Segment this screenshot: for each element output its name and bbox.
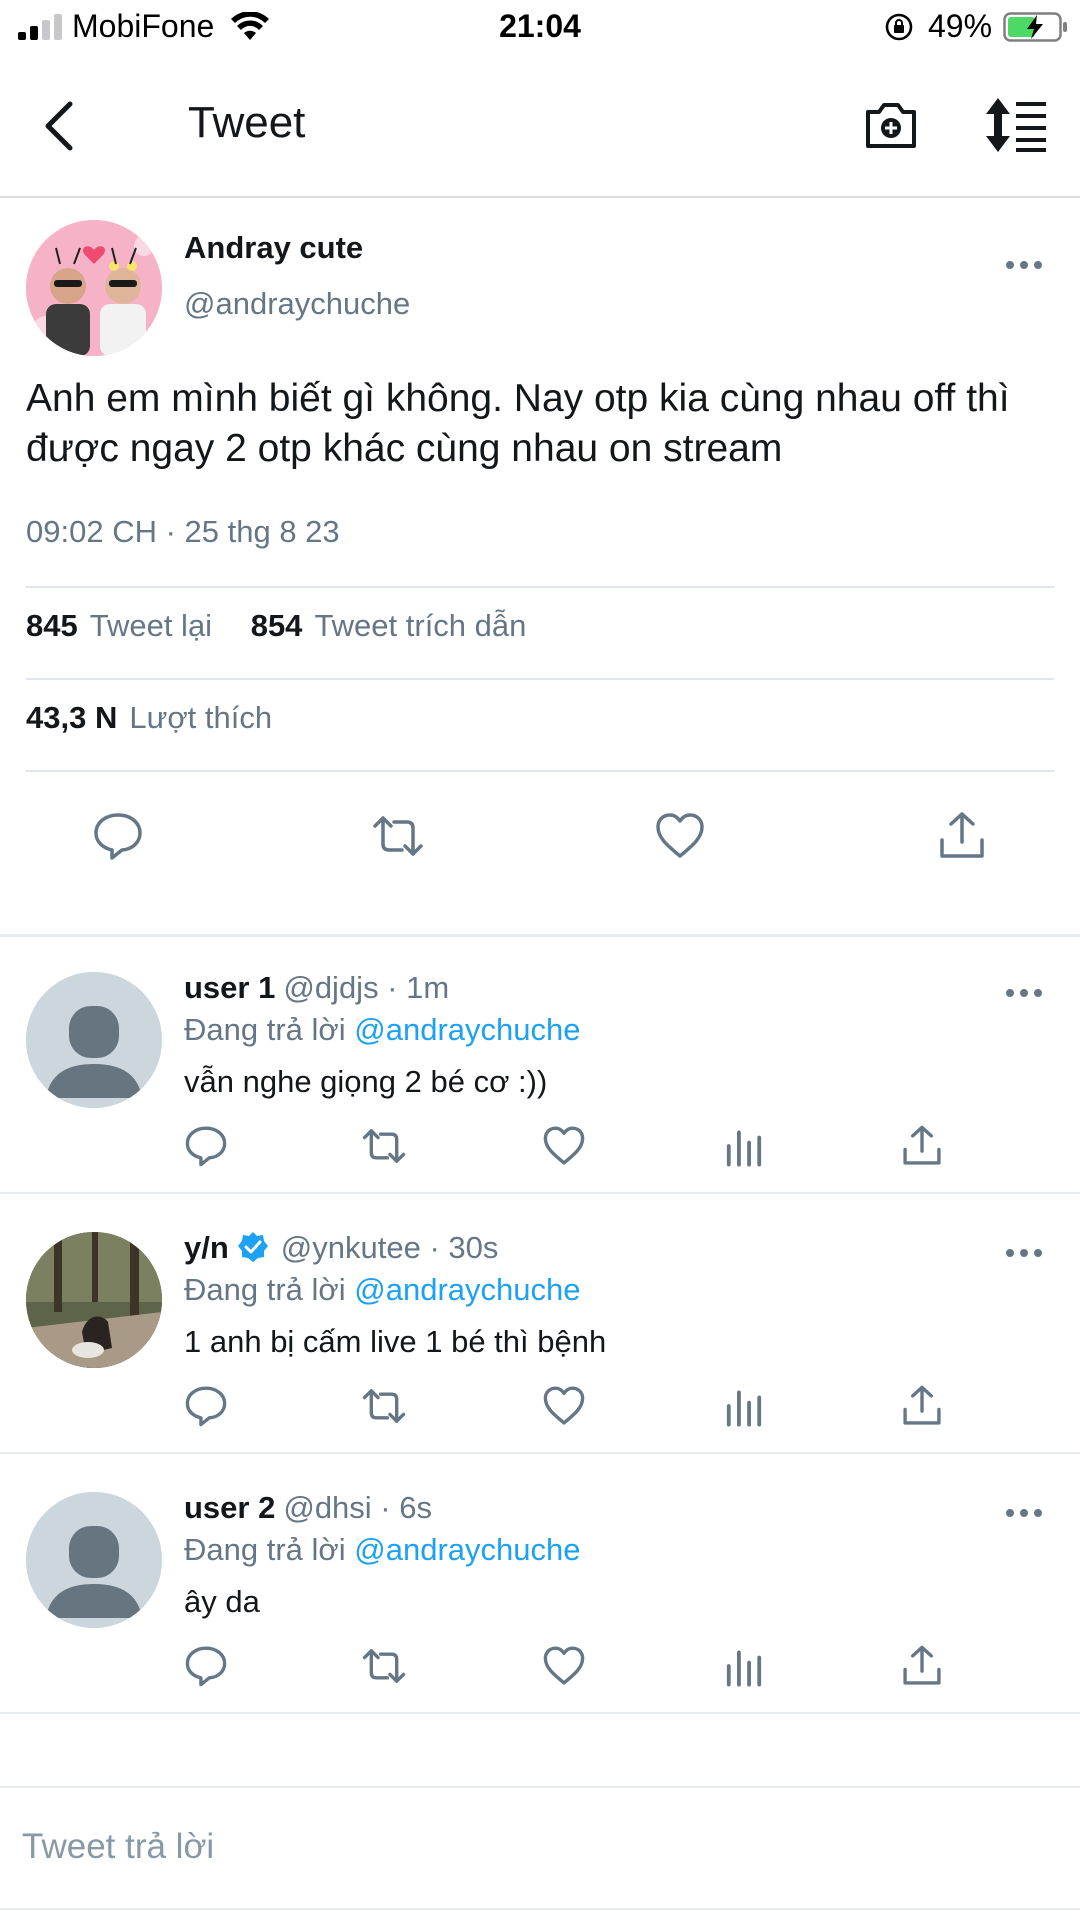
replying-prefix: Đang trả lời bbox=[184, 1532, 346, 1567]
share-icon[interactable] bbox=[900, 1644, 944, 1688]
author-handle[interactable]: @andraychuche bbox=[184, 286, 410, 322]
share-icon[interactable] bbox=[900, 1124, 944, 1168]
reply-author-name[interactable]: user 1 bbox=[184, 970, 275, 1005]
reply-text: 1 anh bị cấm live 1 bé thì bệnh bbox=[184, 1324, 607, 1359]
reply-author-name[interactable]: y/n bbox=[184, 1230, 229, 1265]
retweet-icon[interactable] bbox=[362, 1124, 406, 1168]
tweet-timestamp: 09:02 CH · 25 thg 8 23 bbox=[26, 514, 340, 549]
nav-bar: Tweet bbox=[0, 60, 1080, 198]
quotes-stat[interactable]: 854 Tweet trích dẫn bbox=[251, 608, 527, 644]
reply-header: user 1 @djdjs · 1m bbox=[184, 970, 449, 1006]
more-options-icon[interactable] bbox=[1004, 258, 1044, 272]
like-icon[interactable] bbox=[542, 1384, 586, 1428]
analytics-icon[interactable] bbox=[722, 1644, 766, 1688]
reply-text: ây da bbox=[184, 1584, 260, 1619]
likes-count: 43,3 N bbox=[26, 700, 118, 735]
default-avatar-icon bbox=[26, 972, 162, 1108]
divider bbox=[26, 678, 1054, 680]
avatar[interactable] bbox=[26, 1492, 162, 1628]
reply-mention-link[interactable]: @andraychuche bbox=[354, 1532, 580, 1567]
more-options-icon[interactable] bbox=[1004, 986, 1044, 1000]
reply-handle-time[interactable]: @ynkutee · 30s bbox=[281, 1230, 499, 1265]
reply-header: user 2 @dhsi · 6s bbox=[184, 1490, 432, 1526]
reply-action-bar bbox=[0, 1644, 1080, 1700]
reply-icon[interactable] bbox=[184, 1384, 228, 1428]
divider bbox=[26, 586, 1054, 588]
like-icon[interactable] bbox=[542, 1124, 586, 1168]
reply-header: y/n @ynkutee · 30s bbox=[184, 1230, 498, 1266]
reply-item[interactable]: user 1 @djdjs · 1m Đang trả lời @andraych… bbox=[0, 936, 1080, 1194]
retweets-label: Tweet lại bbox=[89, 608, 213, 643]
page-title: Tweet bbox=[188, 98, 306, 147]
likes-stat[interactable]: 43,3 N Lượt thích bbox=[26, 700, 272, 736]
like-icon[interactable] bbox=[542, 1644, 586, 1688]
sort-icon[interactable] bbox=[984, 96, 1050, 154]
retweets-count: 845 bbox=[26, 608, 78, 643]
replying-to: Đang trả lời @andraychuche bbox=[184, 1532, 580, 1568]
tweet-action-bar bbox=[0, 788, 1080, 896]
reply-mention-link[interactable]: @andraychuche bbox=[354, 1012, 580, 1047]
replying-prefix: Đang trả lời bbox=[184, 1272, 346, 1307]
quotes-count: 854 bbox=[250, 608, 303, 643]
reply-icon[interactable] bbox=[184, 1124, 228, 1168]
analytics-icon[interactable] bbox=[722, 1384, 766, 1428]
default-avatar-icon bbox=[26, 1492, 162, 1628]
back-icon[interactable] bbox=[36, 96, 80, 156]
replying-prefix: Đang trả lời bbox=[184, 1012, 346, 1047]
reply-action-bar bbox=[0, 1124, 1080, 1180]
reply-item[interactable]: y/n @ynkutee · 30s Đang trả lời @andrayc… bbox=[0, 1196, 1080, 1454]
reply-mention-link[interactable]: @andraychuche bbox=[354, 1272, 580, 1307]
retweets-stat[interactable]: 845 Tweet lại bbox=[26, 608, 212, 644]
status-bar: MobiFone 21:04 49% bbox=[0, 0, 1080, 56]
analytics-icon[interactable] bbox=[722, 1124, 766, 1168]
divider bbox=[26, 770, 1054, 772]
battery-percent: 49% bbox=[928, 8, 993, 44]
tweet-text: Anh em mình biết gì không. Nay otp kia c… bbox=[26, 377, 1010, 470]
retweet-icon[interactable] bbox=[372, 810, 424, 862]
verified-badge-icon bbox=[237, 1232, 268, 1262]
reply-handle-time[interactable]: @djdjs · 1m bbox=[283, 970, 449, 1005]
retweet-icon[interactable] bbox=[362, 1384, 406, 1428]
reply-item[interactable]: user 2 @dhsi · 6s Đang trả lời @andraychu… bbox=[0, 1456, 1080, 1714]
reply-icon[interactable] bbox=[92, 810, 144, 862]
replying-to: Đang trả lời @andraychuche bbox=[184, 1272, 580, 1308]
like-icon[interactable] bbox=[654, 810, 706, 862]
rotation-lock-icon bbox=[885, 13, 913, 41]
reply-icon[interactable] bbox=[184, 1644, 228, 1688]
retweet-icon[interactable] bbox=[362, 1644, 406, 1688]
reply-composer bbox=[0, 1786, 1080, 1910]
reply-author-name[interactable]: user 2 bbox=[184, 1490, 275, 1525]
quotes-label: Tweet trích dẫn bbox=[314, 608, 527, 643]
likes-label: Lượt thích bbox=[129, 700, 273, 735]
reply-text: vẫn nghe giọng 2 bé cơ :)) bbox=[184, 1064, 548, 1099]
avatar[interactable] bbox=[26, 972, 162, 1108]
more-options-icon[interactable] bbox=[1004, 1506, 1044, 1520]
clock: 21:04 bbox=[499, 8, 581, 44]
avatar[interactable] bbox=[26, 1232, 162, 1368]
more-options-icon[interactable] bbox=[1004, 1246, 1044, 1260]
reply-action-bar bbox=[0, 1384, 1080, 1440]
avatar[interactable] bbox=[26, 220, 162, 356]
author-name[interactable]: Andray cute bbox=[184, 230, 363, 266]
stats-row-retweets-quotes: 845 Tweet lại 854 Tweet trích dẫn bbox=[26, 608, 556, 644]
avatar-image bbox=[26, 220, 162, 356]
reply-input[interactable] bbox=[22, 1822, 1022, 1872]
battery-icon bbox=[1003, 12, 1067, 42]
stats-row-likes: 43,3 N Lượt thích bbox=[26, 700, 302, 736]
camera-add-icon[interactable] bbox=[862, 96, 920, 154]
reply-handle-time[interactable]: @dhsi · 6s bbox=[283, 1490, 432, 1525]
avatar-image bbox=[26, 1232, 162, 1368]
replying-to: Đang trả lời @andraychuche bbox=[184, 1012, 580, 1048]
share-icon[interactable] bbox=[936, 810, 988, 862]
share-icon[interactable] bbox=[900, 1384, 944, 1428]
